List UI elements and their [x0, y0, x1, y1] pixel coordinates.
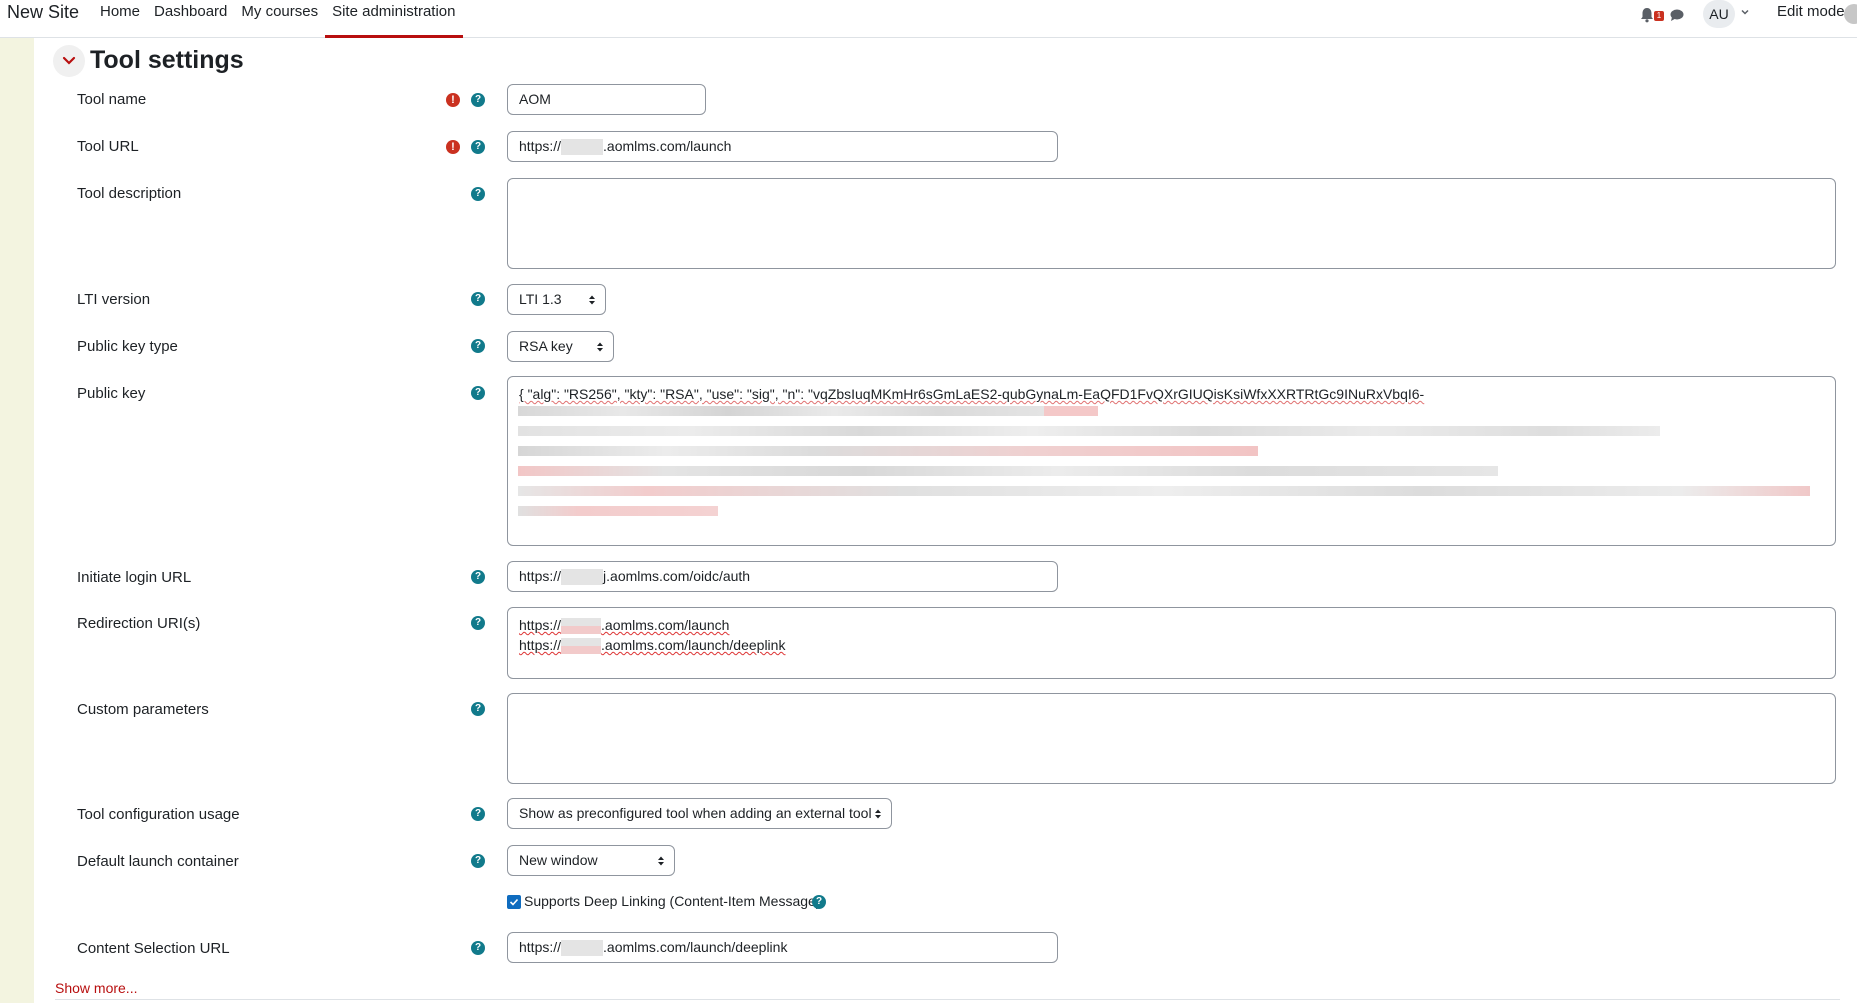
content-selection-url-input[interactable]: https:// .aomlms.com/launch/deeplink	[507, 932, 1058, 963]
redacted-text	[561, 139, 604, 156]
redacted-text	[518, 406, 1044, 416]
supports-deep-linking-checkbox[interactable]	[507, 895, 521, 909]
chevron-down-icon	[62, 56, 76, 65]
chevron-down-icon[interactable]	[1739, 6, 1751, 18]
notification-count-badge: 1	[1654, 11, 1664, 21]
lti-version-value: LTI 1.3	[519, 291, 562, 307]
avatar[interactable]: AU	[1703, 0, 1735, 28]
primary-navigation: Home Dashboard My courses Site administr…	[93, 0, 463, 38]
select-arrows-icon	[875, 809, 881, 819]
divider	[55, 999, 1840, 1000]
help-icon[interactable]: ?	[471, 339, 485, 353]
collapse-section-button[interactable]	[53, 45, 85, 77]
top-navbar: New Site Home Dashboard My courses Site …	[0, 0, 1857, 38]
left-drawer-strip	[0, 38, 34, 1003]
redacted-text	[518, 466, 1498, 476]
content-selection-url-prefix: https://	[519, 939, 562, 955]
required-icon[interactable]: !	[446, 93, 460, 107]
custom-parameters-textarea[interactable]	[507, 693, 1836, 784]
public-key-label: Public key	[77, 385, 146, 402]
public-key-type-value: RSA key	[519, 338, 573, 354]
select-arrows-icon	[597, 342, 603, 352]
lti-version-select[interactable]: LTI 1.3	[507, 284, 606, 315]
nav-dashboard[interactable]: Dashboard	[147, 0, 234, 35]
redacted-text	[561, 618, 602, 635]
redacted-text	[518, 446, 1258, 456]
custom-parameters-label: Custom parameters	[77, 701, 209, 718]
tool-description-label: Tool description	[77, 185, 182, 202]
help-icon[interactable]: ?	[812, 895, 826, 909]
check-icon	[509, 898, 519, 906]
initiate-login-url-input[interactable]: https:// j.aomlms.com/oidc/auth	[507, 561, 1058, 592]
tool-url-label: Tool URL	[77, 138, 139, 155]
nav-site-administration[interactable]: Site administration	[325, 0, 463, 38]
default-launch-container-select[interactable]: New window	[507, 845, 675, 876]
help-icon[interactable]: ?	[471, 386, 485, 400]
tool-url-input[interactable]: https:// .aomlms.com/launch	[507, 131, 1058, 162]
tool-configuration-usage-value: Show as preconfigured tool when adding a…	[519, 805, 872, 821]
section-title: Tool settings	[90, 46, 244, 74]
redacted-text	[561, 569, 604, 586]
supports-deep-linking-label[interactable]: Supports Deep Linking (Content-Item Mess…	[524, 893, 820, 909]
redacted-text	[561, 940, 604, 957]
default-launch-container-value: New window	[519, 852, 598, 868]
edit-mode-toggle[interactable]	[1844, 4, 1857, 24]
select-arrows-icon	[658, 856, 664, 866]
redacted-text	[518, 486, 1810, 496]
public-key-textarea[interactable]: { "alg": "RS256", "kty": "RSA", "use": "…	[507, 376, 1836, 546]
initiate-login-url-label: Initiate login URL	[77, 569, 192, 586]
tool-configuration-usage-select[interactable]: Show as preconfigured tool when adding a…	[507, 798, 892, 829]
tool-description-textarea[interactable]	[507, 178, 1836, 269]
nav-home[interactable]: Home	[93, 0, 147, 35]
site-name[interactable]: New Site	[7, 2, 79, 23]
tool-name-input[interactable]: AOM	[507, 84, 706, 115]
help-icon[interactable]: ?	[471, 616, 485, 630]
required-icon[interactable]: !	[446, 140, 460, 154]
redacted-text	[518, 506, 718, 516]
help-icon[interactable]: ?	[471, 854, 485, 868]
edit-mode-label: Edit mode	[1777, 3, 1845, 20]
tool-name-label: Tool name	[77, 91, 147, 108]
select-arrows-icon	[589, 295, 595, 305]
chat-icon[interactable]	[1667, 5, 1687, 25]
tool-url-suffix: .aomlms.com/launch	[603, 138, 732, 154]
help-icon[interactable]: ?	[471, 140, 485, 154]
help-icon[interactable]: ?	[471, 807, 485, 821]
initiate-login-url-suffix: j.aomlms.com/oidc/auth	[603, 568, 751, 584]
redirection-uri-line: https://.aomlms.com/launch	[519, 617, 730, 635]
help-icon[interactable]: ?	[471, 292, 485, 306]
redacted-text	[561, 638, 602, 655]
redirection-uris-textarea[interactable]: https://.aomlms.com/launch https://.aoml…	[507, 607, 1836, 679]
help-icon[interactable]: ?	[471, 93, 485, 107]
tool-configuration-usage-label: Tool configuration usage	[77, 806, 240, 823]
default-launch-container-label: Default launch container	[77, 853, 239, 870]
redirection-uris-label: Redirection URI(s)	[77, 615, 201, 632]
show-more-link[interactable]: Show more...	[55, 980, 137, 996]
public-key-type-label: Public key type	[77, 338, 178, 355]
help-icon[interactable]: ?	[471, 187, 485, 201]
public-key-type-select[interactable]: RSA key	[507, 331, 614, 362]
redacted-text	[1044, 406, 1098, 416]
help-icon[interactable]: ?	[471, 570, 485, 584]
tool-url-prefix: https://	[519, 138, 562, 154]
help-icon[interactable]: ?	[471, 702, 485, 716]
initiate-login-url-prefix: https://	[519, 568, 562, 584]
content-selection-url-label: Content Selection URL	[77, 940, 230, 957]
public-key-visible-text: { "alg": "RS256", "kty": "RSA", "use": "…	[519, 386, 1425, 402]
help-icon[interactable]: ?	[471, 941, 485, 955]
lti-version-label: LTI version	[77, 291, 151, 308]
redirection-uri-line: https://.aomlms.com/launch/deeplink	[519, 637, 786, 655]
nav-my-courses[interactable]: My courses	[234, 0, 325, 35]
content-selection-url-suffix: .aomlms.com/launch/deeplink	[603, 939, 788, 955]
redacted-text	[518, 426, 1660, 436]
